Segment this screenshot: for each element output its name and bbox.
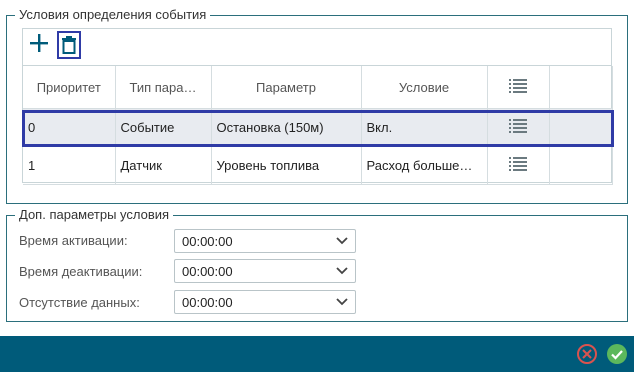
chevron-down-icon bbox=[336, 237, 348, 245]
cancel-icon bbox=[577, 344, 597, 364]
deactivation-time-select[interactable]: 00:00:00 bbox=[174, 259, 356, 283]
list-settings-icon bbox=[509, 119, 527, 133]
column-header-settings[interactable] bbox=[487, 66, 550, 109]
list-settings-icon bbox=[509, 157, 527, 171]
column-header-priority[interactable]: Приоритет bbox=[23, 66, 116, 109]
conditions-legend: Условия определения события bbox=[15, 7, 211, 23]
conditions-table: Приоритет Тип пара… Параметр Условие 0 С… bbox=[23, 66, 613, 185]
plus-icon bbox=[30, 34, 48, 52]
column-header-empty bbox=[549, 66, 613, 109]
cell-parameter: Уровень топлива bbox=[211, 146, 362, 185]
chevron-down-icon bbox=[336, 267, 348, 275]
activation-time-value: 00:00:00 bbox=[182, 234, 233, 249]
no-data-time-select[interactable]: 00:00:00 bbox=[174, 290, 356, 314]
extra-params-legend: Доп. параметры условия bbox=[15, 207, 174, 223]
chevron-down-icon bbox=[336, 298, 348, 306]
cell-priority: 1 bbox=[23, 146, 116, 185]
cell-condition: Вкл. bbox=[361, 108, 488, 147]
cell-type: Событие bbox=[115, 108, 212, 147]
no-data-time-label: Отсутствие данных: bbox=[19, 295, 140, 310]
cell-condition: Расход больше… bbox=[361, 146, 488, 185]
ok-icon bbox=[607, 344, 627, 364]
activation-time-select[interactable]: 00:00:00 bbox=[174, 229, 356, 253]
trash-icon bbox=[62, 36, 76, 54]
list-settings-icon bbox=[509, 78, 527, 93]
column-header-type[interactable]: Тип пара… bbox=[115, 66, 212, 109]
ok-button[interactable] bbox=[607, 344, 627, 364]
cell-empty bbox=[549, 146, 613, 185]
cell-settings[interactable] bbox=[487, 108, 550, 147]
table-row[interactable]: 0 Событие Остановка (150м) Вкл. bbox=[23, 108, 613, 147]
cell-empty bbox=[549, 108, 613, 147]
cell-type: Датчик bbox=[115, 146, 212, 185]
no-data-time-value: 00:00:00 bbox=[182, 295, 233, 310]
dialog-footer bbox=[0, 336, 634, 372]
deactivation-time-label: Время деактивации: bbox=[19, 264, 143, 279]
add-condition-button[interactable] bbox=[28, 31, 50, 55]
cell-priority: 0 bbox=[23, 108, 116, 147]
column-header-condition[interactable]: Условие bbox=[361, 66, 488, 109]
delete-condition-button[interactable] bbox=[57, 31, 81, 59]
deactivation-time-value: 00:00:00 bbox=[182, 264, 233, 279]
activation-time-label: Время активации: bbox=[19, 233, 128, 248]
conditions-toolbar bbox=[16, 28, 612, 64]
table-row[interactable]: 1 Датчик Уровень топлива Расход больше… bbox=[23, 146, 613, 185]
cell-parameter: Остановка (150м) bbox=[211, 108, 362, 147]
cell-settings[interactable] bbox=[487, 146, 550, 185]
column-header-parameter[interactable]: Параметр bbox=[211, 66, 362, 109]
table-header-row: Приоритет Тип пара… Параметр Условие bbox=[23, 66, 613, 109]
cancel-button[interactable] bbox=[577, 344, 597, 364]
